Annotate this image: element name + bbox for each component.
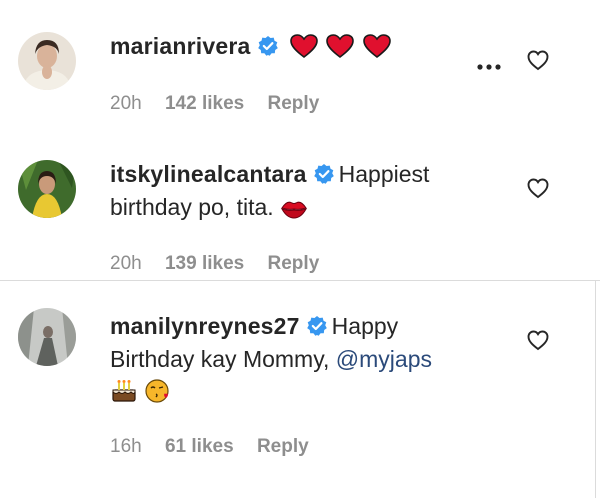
verified-badge-icon <box>257 33 279 56</box>
username[interactable]: manilynreynes27 <box>110 313 300 339</box>
more-options-icon[interactable] <box>476 58 506 70</box>
likes-count[interactable]: 142 likes <box>165 93 244 114</box>
divider <box>595 281 596 498</box>
face-blowing-kiss-emoji <box>144 377 172 414</box>
comment-body: itskylinealcantara Happiest birthday po, … <box>110 158 470 229</box>
avatar[interactable] <box>18 308 76 366</box>
timestamp: 20h <box>110 93 142 114</box>
comment-body: manilynreynes27 Happy Birthday kay Mommy,… <box>110 310 490 414</box>
heart-outline-icon[interactable] <box>526 176 550 200</box>
verified-badge-icon <box>306 313 328 336</box>
likes-count[interactable]: 139 likes <box>165 253 244 274</box>
comment-manilynreynes27: manilynreynes27 Happy Birthday kay Mommy,… <box>0 280 600 498</box>
likes-count[interactable]: 61 likes <box>165 436 234 457</box>
reply-button[interactable]: Reply <box>268 93 320 114</box>
verified-badge-icon <box>313 161 335 184</box>
timestamp: 20h <box>110 253 142 274</box>
timestamp: 16h <box>110 436 142 457</box>
birthday-cake-emoji <box>110 377 138 414</box>
comment-meta: 16h 61 likes Reply <box>110 436 327 458</box>
comment-text: Birthday kay Mommy, <box>110 346 330 372</box>
comment-text: Happy <box>331 313 399 339</box>
comment-text: Happiest <box>338 161 430 187</box>
heart-outline-icon[interactable] <box>526 48 550 72</box>
red-heart-emoji <box>362 33 392 68</box>
username[interactable]: itskylinealcantara <box>110 161 307 187</box>
kiss-mark-emoji <box>280 196 308 229</box>
comment-marianrivera: marianrivera 20h 142 likes Reply <box>0 0 600 140</box>
avatar[interactable] <box>18 160 76 218</box>
comment-itskylinealcantara: itskylinealcantara Happiest birthday po, … <box>0 140 600 280</box>
reply-button[interactable]: Reply <box>268 253 320 274</box>
username[interactable]: marianrivera <box>110 33 251 59</box>
comment-meta: 20h 139 likes Reply <box>110 253 337 275</box>
mention-link[interactable]: @myjaps <box>336 346 432 372</box>
avatar[interactable] <box>18 32 76 90</box>
comment-meta: 20h 142 likes Reply <box>110 93 337 115</box>
reply-button[interactable]: Reply <box>257 436 309 457</box>
heart-outline-icon[interactable] <box>526 328 550 352</box>
red-heart-emoji <box>325 33 355 68</box>
red-heart-emoji <box>289 33 319 68</box>
comment-text: birthday po, tita. <box>110 194 274 220</box>
comment-body: marianrivera <box>110 30 392 68</box>
